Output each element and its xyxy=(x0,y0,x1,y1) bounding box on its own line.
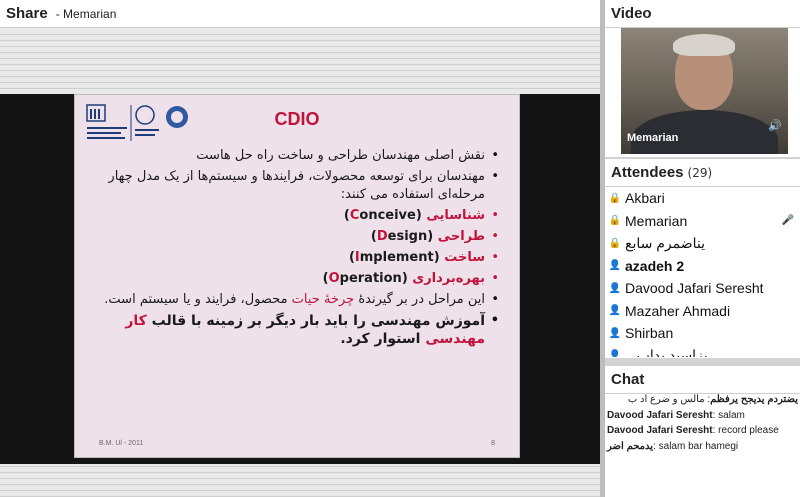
slide-bullet-text: ( xyxy=(433,250,445,265)
host-icon: 🔒 xyxy=(608,215,622,227)
slide-bullet-text: O xyxy=(328,271,340,286)
slide-bullet-text: ( xyxy=(401,271,413,286)
attendee-name: azadeh 2 xyxy=(625,257,685,274)
slide-bullet-text: استوار کرد. xyxy=(340,331,426,347)
attendee-row[interactable]: 🔒 یناضمرم سابع xyxy=(605,232,800,255)
presentation-slide[interactable]: CDIO نقش اصلی مهندسان طراحی و ساخت راه ح… xyxy=(74,94,520,458)
webcam-person-hair xyxy=(673,34,735,56)
attendee-row[interactable]: 🔒 Akbari xyxy=(605,187,800,210)
slide-bullet-text: محصول، فرایند و یا سیستم است. xyxy=(104,292,292,307)
slide-bullet-text: شناسایی xyxy=(426,208,485,223)
slide-bullet-text: ساخت xyxy=(444,250,485,265)
video-pod-title: Video xyxy=(611,5,652,22)
chat-pod-title: Chat xyxy=(611,371,645,388)
attendee-count: (29) xyxy=(687,165,713,180)
share-pod-title: Share xyxy=(6,5,48,22)
slide-bullet-list: نقش اصلی مهندسان طراحی و ساخت راه حل هاس… xyxy=(99,147,501,351)
slide-bullet-text: ( xyxy=(415,208,427,223)
chat-sender: یضتردم یدیجح یرفظم xyxy=(710,394,798,405)
share-pod-header: Share - Memarian xyxy=(0,0,600,28)
slide-bullet-text: D xyxy=(376,229,388,244)
slide-bullet: این مراحل در بر گیرندهٔ چرخهٔ حیات محصول… xyxy=(99,291,501,309)
slide-bullet-text: بهره‌برداری xyxy=(412,271,485,286)
slide-page-number: 8 xyxy=(491,440,495,447)
slide-bullet: شناسایی (Conceive) xyxy=(99,207,501,225)
attendee-row[interactable]: 👤 Davood Jafari Seresht xyxy=(605,277,800,300)
chat-pod: Chat یضتردم یدیجح یرفظم: مالس و ضرع اد ب… xyxy=(605,365,800,497)
microphone-icon: 🎤 xyxy=(781,215,794,227)
chat-sender: Davood Jafari Seresht xyxy=(607,409,713,421)
attendee-name: Mazaher Ahmadi xyxy=(625,302,731,319)
slide-bullet-text: آموزش مهندسی را باید بار دیگر بر زمینه ب… xyxy=(146,313,485,329)
attendee-name: یناضمرم سابع xyxy=(625,234,705,251)
attendee-name: Davood Jafari Seresht xyxy=(625,280,764,297)
slide-bullet: ساخت (Implement) xyxy=(99,249,501,267)
chat-pod-header: Chat xyxy=(605,366,800,394)
webcam-feed[interactable]: 🔊 Memarian xyxy=(621,28,788,154)
participant-icon: 👤 xyxy=(608,327,622,339)
slide-bullet-text: چرخهٔ حیات xyxy=(291,292,355,307)
video-pod-header: Video xyxy=(605,0,800,28)
slide-title: CDIO xyxy=(274,109,320,129)
slide-bullet-text: نقش اصلی مهندسان طراحی و ساخت راه حل هاس… xyxy=(196,148,485,163)
attendee-row[interactable]: 👤 یزاسید یداپ... xyxy=(605,345,800,357)
presenter-name: - Memarian xyxy=(55,6,117,21)
presenter-icon: 👤 xyxy=(608,260,622,272)
attendees-pod: Attendees (29) 🔒 Akbari 🔒 Memarian 🎤 🔒 یناضمرم… xyxy=(605,158,800,358)
app-root: Share - Memarian CDIO نقش اصلی مهندسان ط… xyxy=(0,0,800,497)
slide-bullet-text: mplement) xyxy=(348,250,434,265)
chat-message: Davood Jafari Seresht: record please xyxy=(607,425,798,438)
webcam-name-label: Memarian xyxy=(627,132,679,144)
attendee-row[interactable]: 👤 Mazaher Ahmadi xyxy=(605,300,800,323)
attendees-pod-title: Attendees xyxy=(611,164,684,181)
chat-message: یدمحم اضر: salam bar hamegi xyxy=(607,441,798,454)
chat-text: salam bar hamegi xyxy=(658,440,739,452)
attendee-name: Shirban xyxy=(625,325,674,342)
slide-bullet-text: این مراحل در بر گیرندهٔ xyxy=(354,292,485,307)
slide-bullet: نقش اصلی مهندسان طراحی و ساخت راه حل هاس… xyxy=(99,147,501,165)
chat-message: یضتردم یدیجح یرفظم: مالس و ضرع اد ب xyxy=(607,394,798,407)
slide-bullet-text: ( xyxy=(427,229,438,244)
participant-icon: 👤 xyxy=(608,305,622,317)
attendees-pod-header: Attendees (29) xyxy=(605,159,800,187)
share-stage: CDIO نقش اصلی مهندسان طراحی و ساخت راه ح… xyxy=(0,30,600,497)
attendee-list[interactable]: 🔒 Akbari 🔒 Memarian 🎤 🔒 یناضمرم سابع 👤 azadeh 2 👤… xyxy=(605,187,800,357)
chat-sender: یدمحم اضر xyxy=(607,440,654,452)
chat-text: salam xyxy=(718,409,745,421)
attendee-row[interactable]: 👤 Shirban xyxy=(605,322,800,345)
slide-bullet: طراحی (Design) xyxy=(99,228,501,246)
chat-sender: Davood Jafari Seresht xyxy=(607,425,713,436)
slide-bullet: بهره‌برداری (Operation) xyxy=(99,270,501,288)
slide-footer: B.M. Ul - 2011 xyxy=(99,440,144,447)
attendee-name: Akbari xyxy=(625,190,665,207)
attendee-name: یزاسید یداپ... xyxy=(625,347,708,357)
slide-bullet: آموزش مهندسی را باید بار دیگر بر زمینه ب… xyxy=(99,312,501,348)
share-pod: Share - Memarian CDIO نقش اصلی مهندسان ط… xyxy=(0,0,600,497)
attendee-name: Memarian xyxy=(625,212,688,229)
participant-icon: 👤 xyxy=(608,350,622,357)
chat-message: Davood Jafari Seresht: salam xyxy=(607,410,798,423)
participant-icon: 👤 xyxy=(608,282,622,294)
attendee-row[interactable]: 👤 azadeh 2 xyxy=(605,255,800,278)
chat-text: record please xyxy=(718,425,779,436)
slide-bullet-text: مهندسان برای توسعه محصولات، فرایندها و س… xyxy=(108,169,485,202)
slide-bullet-text: طراحی xyxy=(437,229,485,244)
speaker-volume-icon: 🔊 xyxy=(768,119,782,132)
slide-bullet: مهندسان برای توسعه محصولات، فرایندها و س… xyxy=(99,168,501,204)
chat-message-list[interactable]: یضتردم یدیجح یرفظم: مالس و ضرع اد ب Davoo… xyxy=(605,394,800,456)
host-icon: 🔒 xyxy=(608,237,622,249)
slide-bullet-text: C xyxy=(349,208,360,223)
video-pod: Video 🔊 Memarian xyxy=(605,0,800,157)
attendee-row[interactable]: 🔒 Memarian 🎤 xyxy=(605,210,800,233)
chat-text: مالس و ضرع اد ب xyxy=(627,394,705,405)
host-icon: 🔒 xyxy=(608,192,622,204)
